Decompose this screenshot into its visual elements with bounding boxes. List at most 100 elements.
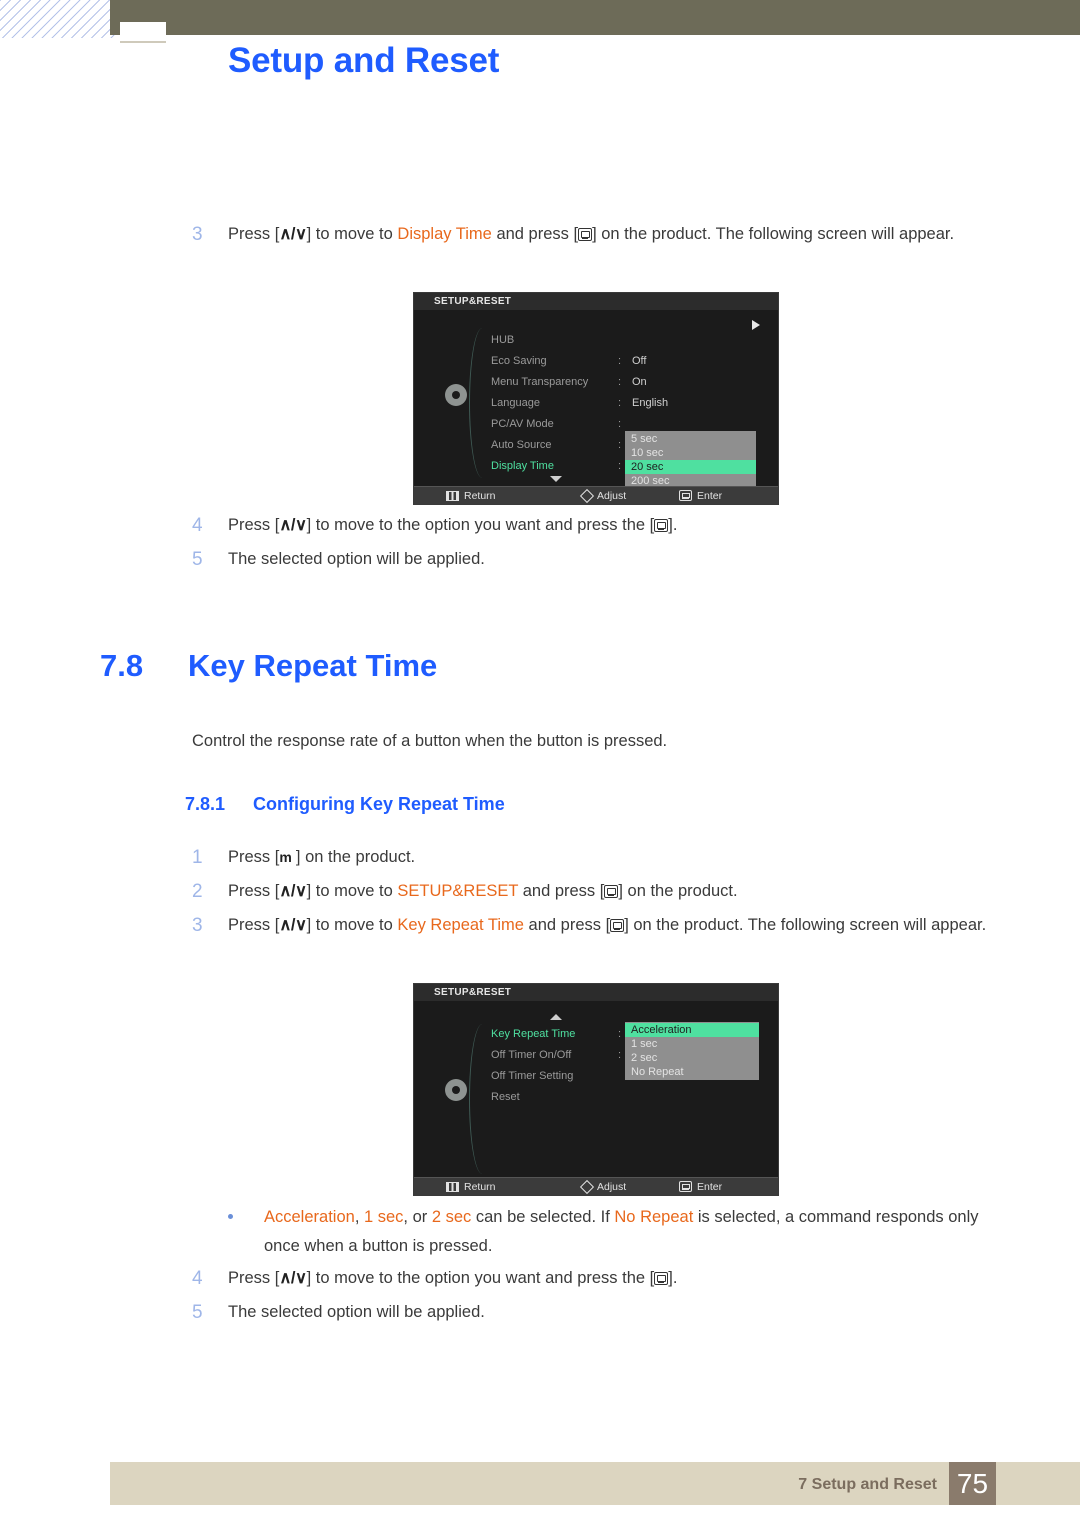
osd-footer-label: Adjust bbox=[597, 1180, 627, 1193]
osd-item-label[interactable]: PC/AV Mode bbox=[491, 418, 554, 430]
osd-item-label[interactable]: Menu Transparency bbox=[491, 376, 588, 388]
osd-footer-label: Enter bbox=[697, 489, 723, 502]
osd-scroll-curve bbox=[469, 328, 491, 478]
page-number: 75 bbox=[949, 1462, 996, 1505]
header-notch-underline bbox=[120, 41, 166, 43]
osd-footer: Return Adjust Enter bbox=[414, 1177, 778, 1195]
osd-item-label[interactable]: Reset bbox=[491, 1091, 520, 1103]
enter-key-icon bbox=[610, 919, 625, 932]
document-page: Setup and Reset 3 Press [∧/∨] to move to… bbox=[0, 0, 1080, 1527]
updown-key-icon: ∧/∨ bbox=[279, 916, 307, 934]
option-reference: 1 sec bbox=[363, 1208, 404, 1226]
osd-item-label[interactable]: HUB bbox=[491, 334, 514, 346]
step-1: 1 Press [m ] on the product. bbox=[192, 843, 1012, 872]
dropdown-option-selected[interactable]: Acceleration bbox=[625, 1023, 759, 1037]
osd-item-value: On bbox=[632, 376, 647, 388]
osd-adjust-action[interactable]: Adjust bbox=[579, 488, 626, 503]
dropdown-option[interactable]: No Repeat bbox=[625, 1065, 759, 1079]
osd-item-value: Off bbox=[632, 355, 647, 367]
option-reference: 2 sec bbox=[431, 1208, 472, 1226]
osd-adjust-action[interactable]: Adjust bbox=[579, 1179, 627, 1194]
step-text: Press [∧/∨] to move to Display Time and … bbox=[228, 225, 955, 243]
osd-enter-action[interactable]: Enter bbox=[679, 490, 722, 502]
step-text: Press [∧/∨] to move to the option you wa… bbox=[228, 516, 678, 534]
chevron-down-icon[interactable] bbox=[550, 476, 562, 482]
osd-item-label[interactable]: Off Timer Setting bbox=[491, 1070, 573, 1082]
step-5: 5 The selected option will be applied. bbox=[192, 1298, 1012, 1327]
osd-item-label[interactable]: Language bbox=[491, 397, 540, 409]
osd-title: SETUP&RESET bbox=[414, 984, 778, 1001]
bullet-text: Acceleration, 1 sec, or 2 sec can be sel… bbox=[264, 1208, 979, 1255]
dropdown-option[interactable]: 1 sec bbox=[625, 1037, 759, 1051]
chevron-right-icon bbox=[752, 320, 760, 330]
dropdown-option[interactable]: 2 sec bbox=[625, 1051, 759, 1065]
menu-icon bbox=[446, 1181, 459, 1192]
step-number: 4 bbox=[192, 515, 203, 536]
osd-footer-label: Enter bbox=[697, 1180, 723, 1193]
menu-key-icon: m bbox=[279, 849, 292, 865]
step-number: 3 bbox=[192, 915, 203, 936]
step-number: 5 bbox=[192, 549, 203, 570]
step-text: Press [∧/∨] to move to SETUP&RESET and p… bbox=[228, 882, 738, 900]
dropdown-option-selected[interactable]: 20 sec bbox=[625, 460, 756, 474]
section-description: Control the response rate of a button wh… bbox=[192, 732, 668, 750]
dropdown-option[interactable]: 5 sec bbox=[625, 432, 756, 446]
osd-return-action[interactable]: Return bbox=[446, 1181, 496, 1193]
step-text: The selected option will be applied. bbox=[228, 550, 485, 568]
enter-key-icon bbox=[654, 519, 669, 532]
step-text: Press [∧/∨] to move to Key Repeat Time a… bbox=[228, 916, 987, 934]
subsection-number: 7.8.1 bbox=[185, 794, 226, 814]
osd-item-label[interactable]: Eco Saving bbox=[491, 355, 547, 367]
enter-key-icon bbox=[578, 228, 593, 241]
header-notch bbox=[120, 22, 166, 42]
section-number: 7.8 bbox=[100, 648, 144, 683]
updown-key-icon: ∧/∨ bbox=[279, 1269, 307, 1287]
gear-icon bbox=[445, 384, 467, 406]
osd-footer-label: Return bbox=[464, 489, 496, 502]
osd-title: SETUP&RESET bbox=[414, 293, 778, 310]
step-4: 4 Press [∧/∨] to move to the option you … bbox=[192, 1264, 1012, 1293]
osd-dropdown-display-time[interactable]: 5 sec 10 sec 20 sec 200 sec bbox=[625, 431, 756, 489]
osd-colon: : bbox=[618, 439, 622, 451]
osd-item-label-selected[interactable]: Display Time bbox=[491, 460, 554, 472]
step-4-top: 4 Press [∧/∨] to move to the option you … bbox=[192, 511, 982, 540]
osd-item-value: English bbox=[632, 397, 669, 409]
osd-colon: : bbox=[618, 418, 622, 430]
osd-footer-label: Return bbox=[464, 1180, 496, 1193]
step-2: 2 Press [∧/∨] to move to SETUP&RESET and… bbox=[192, 877, 1012, 906]
gear-icon bbox=[445, 1079, 467, 1101]
bullet-dot-icon bbox=[228, 1214, 233, 1219]
menu-reference: Display Time bbox=[397, 225, 492, 243]
step-3-top: 3 Press [∧/∨] to move to Display Time an… bbox=[192, 220, 982, 249]
step-text: Press [m ] on the product. bbox=[228, 848, 416, 866]
osd-item-label-selected[interactable]: Key Repeat Time bbox=[491, 1028, 575, 1040]
subsection-title: Configuring Key Repeat Time bbox=[253, 794, 505, 814]
osd-colon: : bbox=[618, 355, 622, 367]
osd-item-label[interactable]: Off Timer On/Off bbox=[491, 1049, 571, 1061]
enter-icon bbox=[679, 490, 692, 501]
step-number: 3 bbox=[192, 224, 203, 245]
osd-colon: : bbox=[618, 376, 622, 388]
enter-key-icon bbox=[604, 885, 619, 898]
step-text: The selected option will be applied. bbox=[228, 1303, 485, 1321]
chevron-up-icon[interactable] bbox=[550, 1014, 562, 1020]
osd-enter-action[interactable]: Enter bbox=[679, 1181, 722, 1193]
osd-screenshot-display-time: SETUP&RESET HUB Eco Saving : Off Menu Tr… bbox=[413, 292, 779, 505]
osd-item-label[interactable]: Auto Source bbox=[491, 439, 552, 451]
section-title: Key Repeat Time bbox=[188, 648, 438, 683]
menu-icon bbox=[446, 490, 459, 501]
step-text: Press [∧/∨] to move to the option you wa… bbox=[228, 1269, 678, 1287]
osd-return-action[interactable]: Return bbox=[446, 490, 496, 502]
dropdown-option[interactable]: 10 sec bbox=[625, 446, 756, 460]
updown-key-icon: ∧/∨ bbox=[279, 225, 307, 243]
osd-colon: : bbox=[618, 460, 622, 472]
menu-reference: Key Repeat Time bbox=[397, 916, 524, 934]
osd-scroll-curve bbox=[469, 1024, 491, 1174]
diamond-icon bbox=[579, 488, 595, 503]
osd-dropdown-key-repeat[interactable]: Acceleration 1 sec 2 sec No Repeat bbox=[625, 1022, 759, 1080]
enter-key-icon bbox=[654, 1272, 669, 1285]
option-reference: No Repeat bbox=[614, 1208, 694, 1226]
osd-screenshot-key-repeat-time: SETUP&RESET Key Repeat Time : Off Timer … bbox=[413, 983, 779, 1196]
diamond-icon bbox=[579, 1179, 595, 1194]
osd-colon: : bbox=[618, 397, 622, 409]
